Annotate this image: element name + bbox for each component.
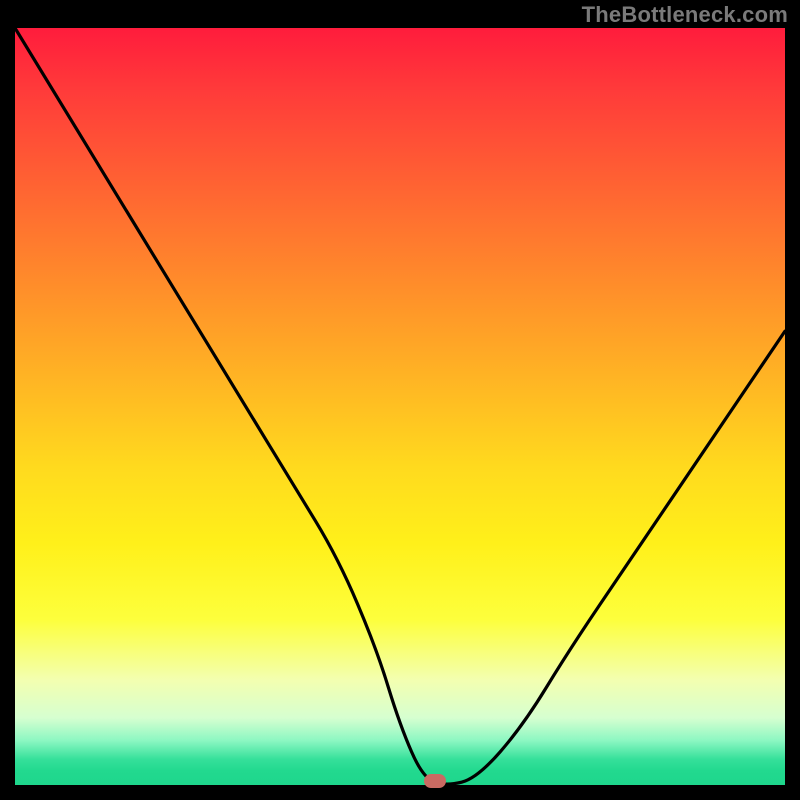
chart-frame: TheBottleneck.com (0, 0, 800, 800)
plot-area (15, 28, 785, 786)
watermark-text: TheBottleneck.com (582, 2, 788, 28)
optimal-point-marker (424, 774, 446, 788)
bottleneck-curve (15, 28, 785, 786)
